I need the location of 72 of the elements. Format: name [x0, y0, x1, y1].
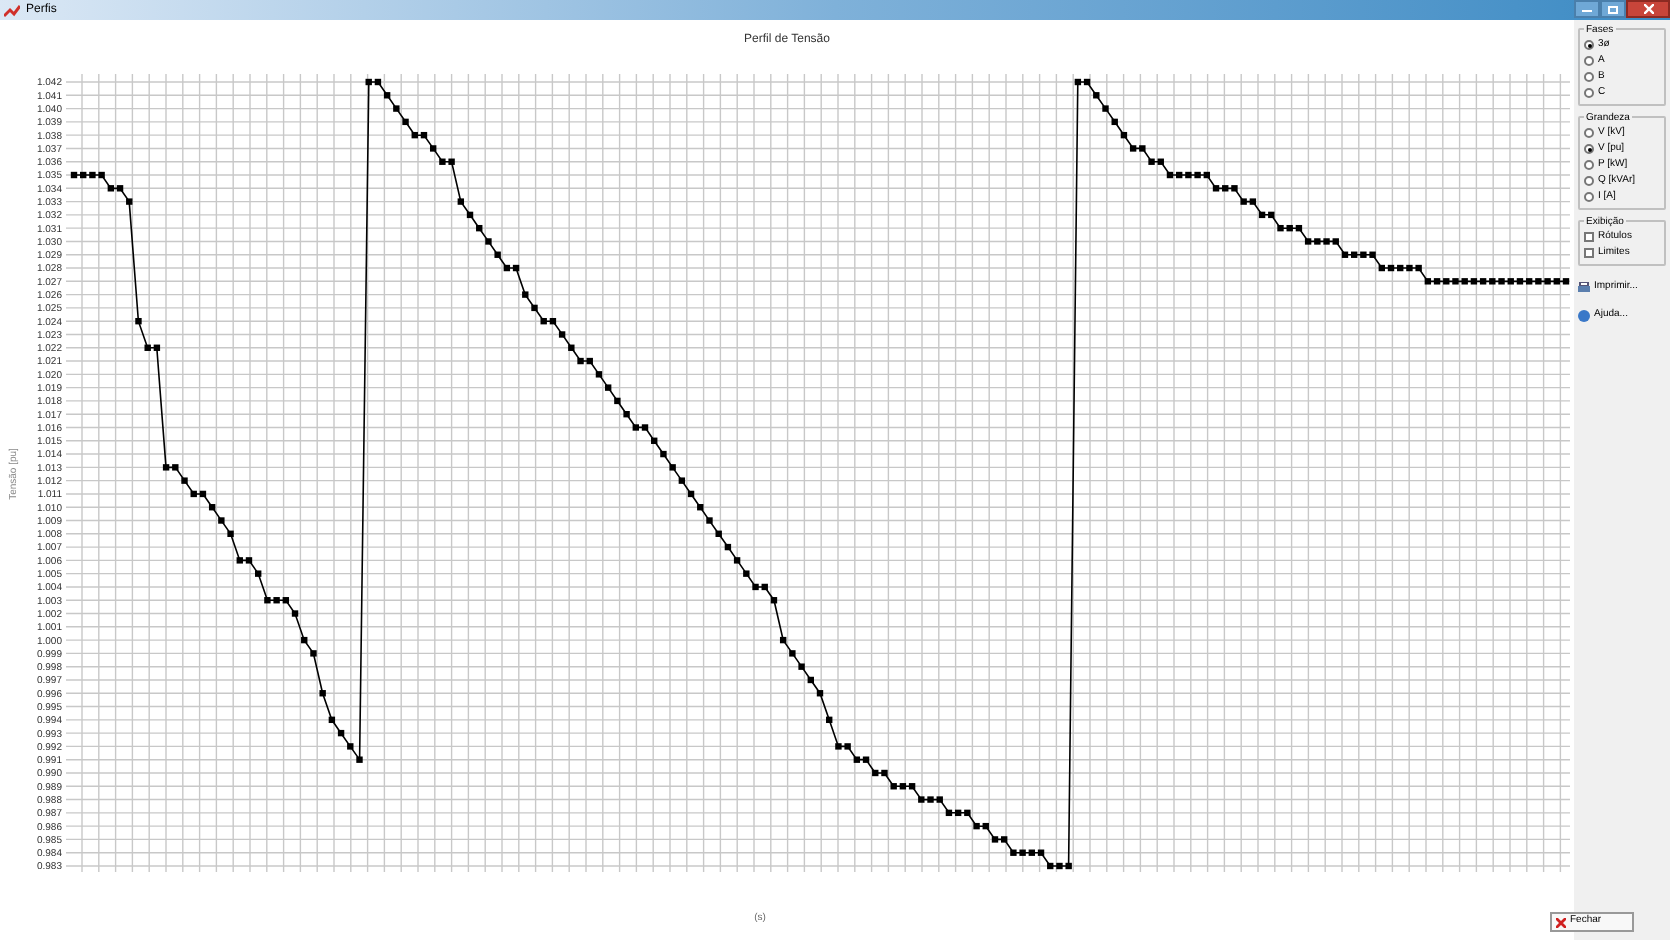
radio-button[interactable] — [1584, 160, 1594, 170]
data-point — [706, 517, 713, 524]
data-point — [669, 464, 676, 471]
data-point — [522, 291, 529, 298]
data-point — [687, 490, 695, 498]
data-point — [227, 530, 234, 537]
close-icon — [1643, 4, 1653, 14]
close-button[interactable] — [1626, 0, 1670, 18]
data-point — [126, 198, 133, 205]
data-point — [356, 756, 363, 763]
data-point — [660, 450, 667, 458]
data-point — [614, 397, 621, 405]
app-icon — [4, 3, 20, 17]
maximize-button[interactable] — [1600, 0, 1626, 18]
data-point — [208, 504, 216, 511]
data-point — [595, 371, 603, 378]
radio-button[interactable] — [1584, 40, 1594, 50]
data-point — [623, 411, 630, 418]
data-point — [678, 477, 686, 484]
data-point — [743, 570, 750, 577]
data-point — [826, 716, 833, 724]
data-point — [697, 504, 704, 511]
data-point — [651, 437, 658, 444]
data-point — [715, 530, 722, 537]
data-point — [770, 597, 778, 604]
data-point — [291, 610, 299, 617]
data-point — [181, 477, 188, 484]
printer-icon — [1578, 281, 1590, 293]
data-point — [310, 650, 317, 657]
data-point — [457, 198, 464, 205]
data-point — [383, 92, 391, 99]
radio-button[interactable] — [1584, 144, 1594, 154]
data-point — [476, 224, 483, 232]
data-point — [347, 743, 354, 750]
data-point — [218, 517, 225, 524]
data-point — [807, 676, 814, 684]
data-point — [485, 238, 492, 245]
data-point — [255, 570, 262, 577]
data-point — [337, 729, 345, 737]
checkbox[interactable] — [1584, 232, 1594, 242]
data-point — [1111, 118, 1118, 126]
data-point — [724, 543, 732, 551]
radio-button[interactable] — [1584, 192, 1594, 202]
data-point — [466, 211, 474, 219]
radio-button[interactable] — [1584, 128, 1594, 138]
radio-button[interactable] — [1584, 88, 1594, 98]
data-point — [568, 344, 575, 351]
minimize-button[interactable] — [1574, 0, 1600, 18]
data-point — [328, 716, 336, 724]
data-point — [430, 145, 437, 152]
data-point — [135, 318, 142, 325]
data-point — [604, 384, 612, 391]
data-point — [531, 304, 538, 312]
radio-button[interactable] — [1584, 176, 1594, 186]
data-point — [393, 105, 400, 112]
data-point — [1093, 92, 1100, 99]
data-point — [494, 251, 501, 258]
data-point — [798, 663, 805, 670]
data-point — [733, 557, 741, 564]
radio-button[interactable] — [1584, 72, 1594, 82]
data-point — [789, 650, 796, 657]
data-point — [1120, 131, 1128, 139]
data-point — [319, 690, 326, 697]
checkbox[interactable] — [1584, 248, 1594, 258]
close-icon — [1556, 917, 1566, 927]
data-point — [301, 636, 308, 644]
data-point — [779, 636, 787, 644]
data-point — [402, 118, 409, 126]
data-point — [816, 690, 824, 697]
data-point — [558, 331, 566, 338]
data-point — [1102, 105, 1109, 112]
radio-button[interactable] — [1584, 56, 1594, 66]
